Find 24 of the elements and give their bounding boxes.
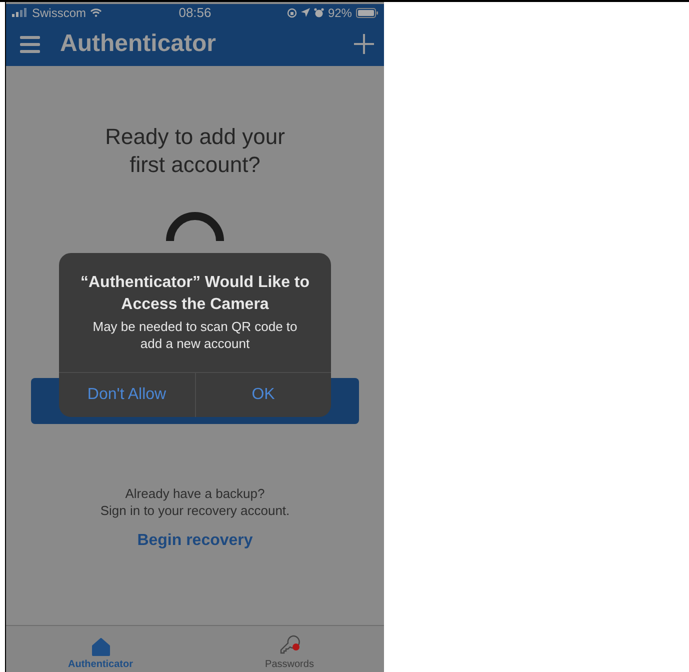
lock-rotation-icon [286,8,297,18]
add-icon[interactable] [354,34,374,54]
recovery-text: Sign in to your recovery account. [100,502,290,519]
signal-icon [12,8,28,17]
status-time: 08:56 [178,5,212,20]
dialog-message: May be needed to scan QR code to add a new account [92,318,298,352]
wifi-icon [90,8,102,17]
empty-state-heading: Ready to add your first account? [104,123,286,179]
battery-percent: 92% [328,6,352,20]
menu-icon[interactable] [20,34,40,52]
carrier-name: Swisscom [32,6,86,20]
dialog-title: “Authenticator” Would Like to Access the Camera [79,273,311,315]
alarm-icon [314,8,324,18]
key-icon [278,634,300,656]
location-icon [300,8,310,17]
tab-item[interactable]: Authenticator [6,626,195,672]
dialog-button[interactable]: OK [194,373,331,417]
battery-icon [356,8,378,18]
recovery-text: Already have a backup? [125,485,265,502]
app-title: Authenticator [60,30,217,58]
tab-item[interactable]: Passwords [195,626,384,672]
begin-recovery-link[interactable]: Begin recovery [137,532,253,550]
home-icon [92,638,110,656]
dialog-button[interactable]: Don't Allow [59,373,194,417]
